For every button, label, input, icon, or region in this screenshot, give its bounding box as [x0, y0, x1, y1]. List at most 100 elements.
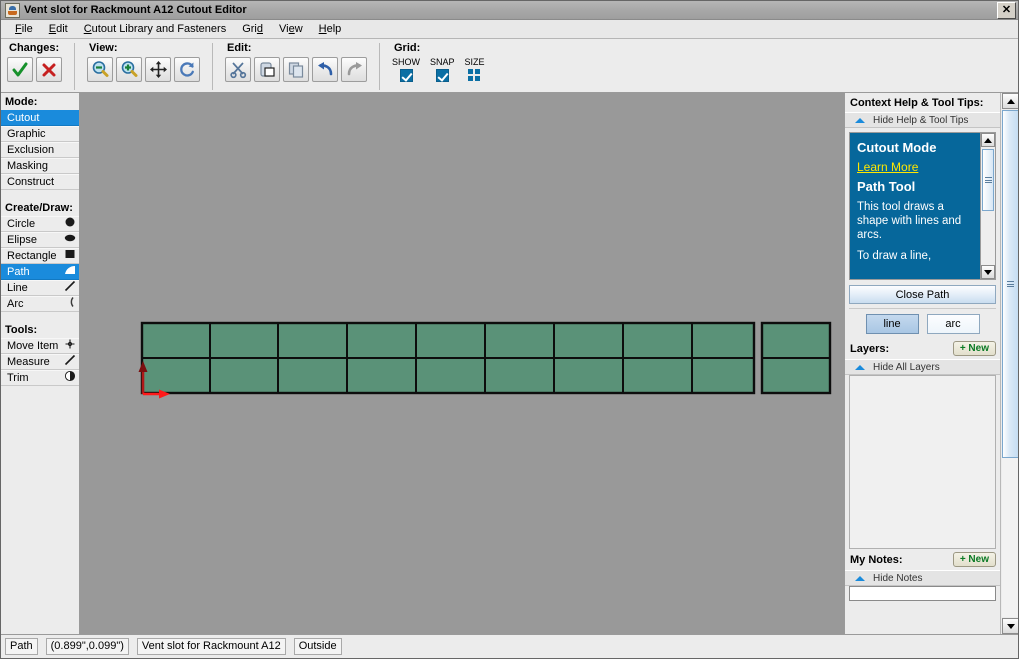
sidebar-item-label: Rectangle — [7, 249, 57, 262]
toolbar-group-grid-label: Grid: — [394, 42, 421, 54]
java-coffee-icon — [5, 2, 20, 18]
triangle-up-icon — [984, 137, 992, 143]
help-scroll-down-button[interactable] — [981, 265, 995, 279]
menu-grid[interactable]: Grid — [234, 21, 271, 37]
copy-button[interactable] — [283, 57, 309, 82]
grid-size-button[interactable] — [468, 69, 481, 82]
sidebar-item-circle[interactable]: Circle — [1, 216, 79, 232]
grid-snap-label: SNAP — [430, 57, 455, 67]
paste-button[interactable] — [254, 57, 280, 82]
chevron-up-icon — [855, 364, 865, 370]
sidebar-item-measure[interactable]: Measure — [1, 354, 79, 370]
magnifier-plus-icon — [121, 61, 137, 77]
help-scroll-thumb[interactable] — [982, 149, 994, 211]
menu-view[interactable]: View — [271, 21, 311, 37]
sidebar-gap-2 — [1, 312, 79, 321]
copy-pages-icon — [288, 62, 303, 78]
vent-slot-path[interactable] — [140, 321, 832, 395]
grid-dot — [468, 76, 474, 81]
sidebar-tools-header: Tools: — [5, 324, 38, 336]
menu-help[interactable]: Help — [311, 21, 350, 37]
zoom-in-button[interactable] — [116, 57, 142, 82]
accept-changes-button[interactable] — [7, 57, 33, 82]
sidebar-item-cutout[interactable]: Cutout — [1, 110, 79, 126]
discard-changes-button[interactable] — [36, 57, 62, 82]
zoom-out-button[interactable] — [87, 57, 113, 82]
close-icon[interactable]: ✕ — [997, 1, 1016, 19]
help-paragraph-1: This tool draws a shape with lines and a… — [857, 200, 962, 242]
grid-size-option: SIZE — [465, 57, 485, 82]
panel-scroll-down-button[interactable] — [1002, 618, 1018, 634]
menu-cutout-library-and-fasteners[interactable]: Cutout Library and Fasteners — [76, 21, 234, 37]
window-title: Vent slot for Rackmount A12 Cutout Edito… — [24, 4, 247, 16]
help-scrollbar[interactable] — [980, 133, 995, 279]
sidebar-item-label: Elipse — [7, 233, 37, 246]
sidebar-item-line[interactable]: Line — [1, 280, 79, 296]
hide-help-toggle[interactable]: Hide Help & Tool Tips — [845, 112, 1000, 128]
redo-arrow-icon — [347, 62, 362, 76]
help-heading-mode: Cutout Mode — [857, 140, 937, 155]
sidebar-item-exclusion[interactable]: Exclusion — [1, 142, 79, 158]
arc-segment-button[interactable]: arc — [926, 313, 980, 334]
panel-scroll-track[interactable] — [1002, 110, 1018, 617]
sidebar-item-move-item[interactable]: Move Item — [1, 338, 79, 354]
toolbar-group-changes: Changes: — [1, 39, 68, 92]
status-tool: Path — [5, 638, 38, 655]
title-bar: Vent slot for Rackmount A12 Cutout Edito… — [1, 1, 1018, 20]
sidebar-item-masking[interactable]: Masking — [1, 158, 79, 174]
sidebar-item-graphic[interactable]: Graphic — [1, 126, 79, 142]
sidebar-item-label: Line — [7, 281, 28, 294]
right-panel-scrollbar[interactable] — [1000, 93, 1018, 634]
sidebar-item-trim[interactable]: Trim — [1, 370, 79, 386]
grid-show-checkbox[interactable] — [399, 69, 413, 82]
panel-scroll-thumb[interactable] — [1002, 110, 1018, 458]
notes-input[interactable] — [850, 587, 995, 600]
hide-all-layers-toggle[interactable]: Hide All Layers — [845, 359, 1000, 375]
close-path-button[interactable]: Close Path — [849, 285, 996, 304]
hide-notes-toggle[interactable]: Hide Notes — [845, 570, 1000, 586]
context-help-title: Context Help & Tool Tips: — [845, 93, 1000, 112]
grid-dot — [468, 69, 474, 74]
layers-list[interactable] — [849, 375, 996, 549]
toolbar-separator-1 — [74, 43, 75, 90]
sidebar-gap-1 — [1, 190, 79, 199]
redo-button[interactable] — [341, 57, 367, 82]
left-sidebar: Mode: Cutout Graphic Exclusion Masking C… — [1, 93, 80, 634]
cut-button[interactable] — [225, 57, 251, 82]
arc-curve-icon — [64, 296, 76, 313]
line-segment-button[interactable]: line — [865, 313, 919, 334]
x-cross-icon — [42, 63, 56, 76]
help-scroll-up-button[interactable] — [981, 133, 995, 147]
help-text: Cutout Mode Learn More Path Tool This to… — [850, 133, 970, 263]
grip-icon — [984, 176, 992, 185]
new-note-button[interactable]: + New — [952, 552, 996, 567]
learn-more-link[interactable]: Learn More — [857, 160, 963, 174]
sidebar-item-label: Exclusion — [7, 143, 55, 156]
sidebar-item-construct[interactable]: Construct — [1, 174, 79, 190]
refresh-view-button[interactable] — [174, 57, 200, 82]
menu-edit[interactable]: Edit — [41, 21, 76, 37]
sidebar-item-rectangle[interactable]: Rectangle — [1, 248, 79, 264]
notes-input-wrap[interactable] — [849, 586, 996, 601]
notes-header: My Notes: + New — [845, 549, 1000, 570]
grid-snap-checkbox[interactable] — [435, 69, 449, 82]
pan-button[interactable] — [145, 57, 171, 82]
triangle-up-icon — [1006, 98, 1015, 104]
sidebar-item-path[interactable]: Path — [1, 264, 79, 280]
status-bar: Path (0.899",0.099") Vent slot for Rackm… — [1, 634, 1018, 658]
chevron-up-icon — [855, 117, 865, 123]
magnifier-minus-icon — [92, 61, 108, 77]
move-crosshair-icon — [64, 338, 76, 355]
panel-scroll-up-button[interactable] — [1002, 93, 1018, 109]
drawing-canvas[interactable] — [80, 93, 844, 634]
sidebar-item-arc[interactable]: Arc — [1, 296, 79, 312]
menu-file[interactable]: File — [7, 21, 41, 37]
undo-button[interactable] — [312, 57, 338, 82]
help-content-box: Cutout Mode Learn More Path Tool This to… — [849, 132, 996, 280]
new-layer-button[interactable]: + New — [952, 341, 996, 356]
undo-arrow-icon — [317, 62, 332, 76]
sidebar-item-elipse[interactable]: Elipse — [1, 232, 79, 248]
grid-dot — [475, 76, 481, 81]
grid-show-option: SHOW — [392, 57, 420, 82]
triangle-down-icon — [984, 269, 992, 275]
